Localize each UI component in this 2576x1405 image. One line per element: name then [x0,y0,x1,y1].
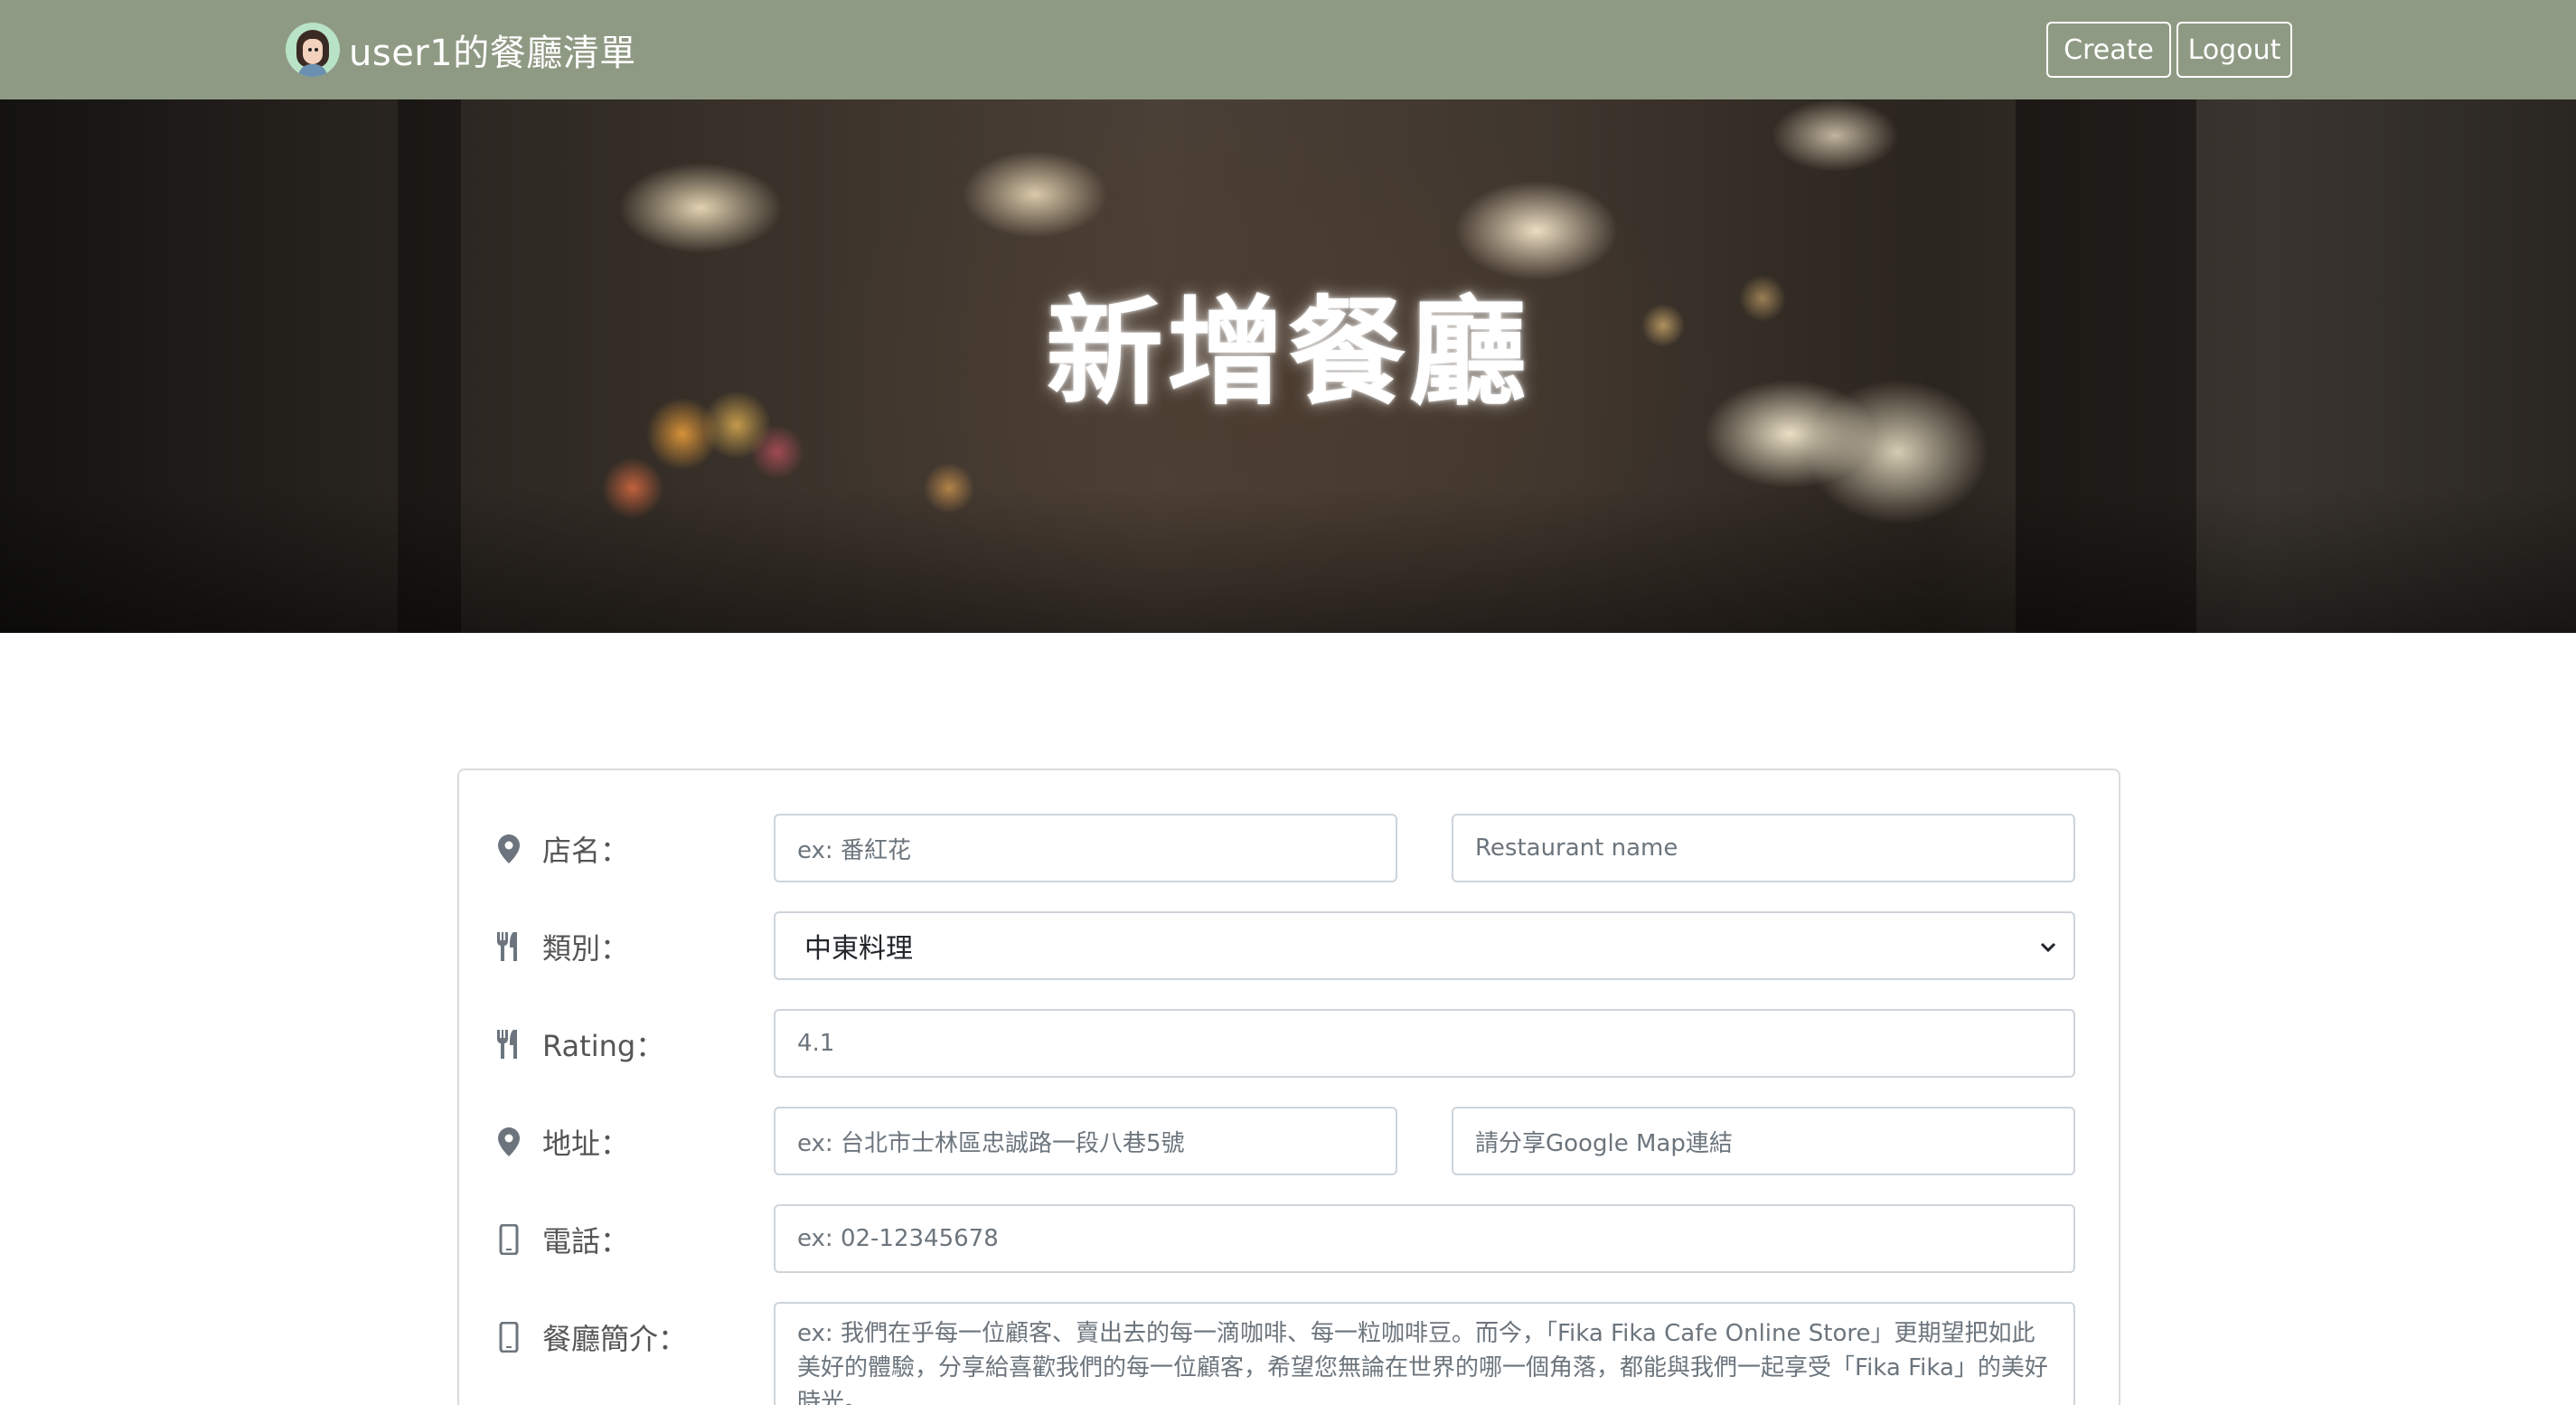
name-input[interactable]: ex: 番紅花 [774,814,1397,882]
address-input[interactable]: ex: 台北市士林區忠誠路一段八巷5號 [774,1107,1397,1175]
google-map-input[interactable]: 請分享Google Map連結 [1452,1107,2075,1175]
brand-title: user1的餐廳清單 [349,33,636,74]
category-label: 類別： [495,912,629,981]
map-pin-icon [495,834,522,864]
description-textarea[interactable]: ex: 我們在乎每一位顧客、賣出去的每一滴咖啡、每一粒咖啡豆。而今，「Fika … [774,1302,2075,1405]
brand[interactable]: user1的餐廳清單 [286,22,636,78]
phone-label: 電話： [495,1205,629,1274]
utensils-icon [495,931,522,962]
map-pin-icon [495,1127,522,1157]
description-label: 餐廳簡介： [495,1303,687,1372]
mobile-phone-icon [495,1322,522,1353]
navbar: user1的餐廳清單 Create Logout [0,0,2576,99]
chevron-down-icon [2039,935,2057,967]
avatar [286,23,340,77]
create-button[interactable]: Create [2046,22,2171,78]
phone-input[interactable]: ex: 02-12345678 [774,1204,2075,1273]
address-label: 地址： [495,1108,629,1176]
hero-banner: 新增餐廳 [0,99,2576,633]
name-label: 店名： [495,815,629,883]
rating-label: Rating： [495,1010,664,1079]
category-selected-value: 中東料理 [804,933,913,965]
category-select[interactable]: 中東料理 [774,911,2075,980]
page-title: 新增餐廳 [1045,284,1530,421]
rating-input[interactable]: 4.1 [774,1009,2075,1078]
utensils-icon [495,1029,522,1060]
mobile-phone-icon [495,1224,522,1255]
name-en-input[interactable]: Restaurant name [1452,814,2075,882]
logout-button[interactable]: Logout [2176,22,2292,78]
